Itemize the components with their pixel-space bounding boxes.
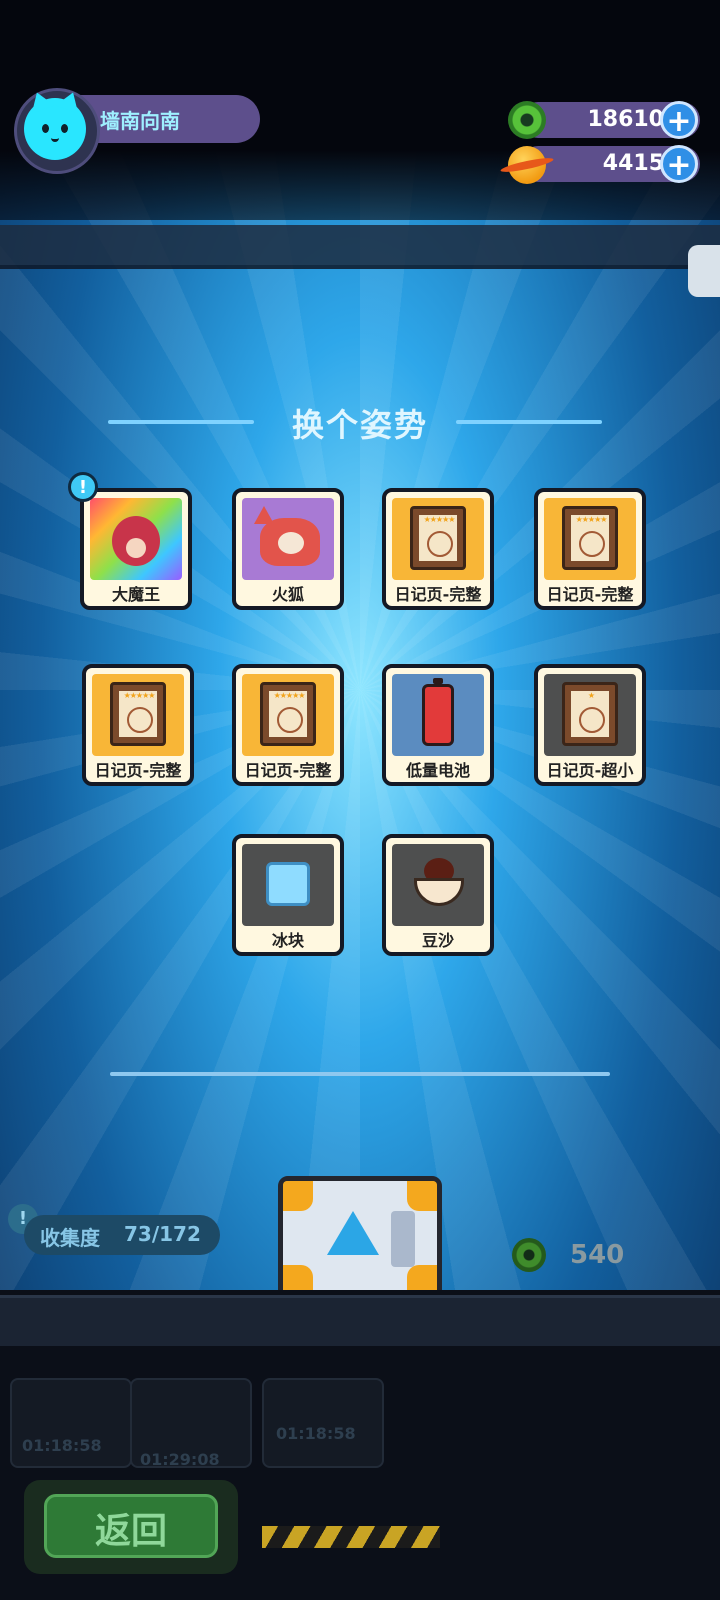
user-name: 墙南向南: [100, 109, 180, 133]
item-card-demon-king[interactable]: 大魔王: [80, 488, 192, 610]
machine-band: [0, 225, 720, 269]
ice-cube-icon: [242, 844, 334, 926]
hazard-stripe: [262, 1526, 440, 1548]
diary-page-small-icon: ★: [544, 674, 636, 756]
diary-page-icon: ★★★★★: [242, 674, 334, 756]
add-planet-coin-button[interactable]: +: [660, 145, 698, 183]
item-card-diary-page[interactable]: ★★★★★ 日记页-完整: [382, 488, 494, 610]
panel-title: 换个姿势: [291, 406, 428, 444]
bottom-band: [0, 1295, 720, 1346]
collection-label: 收集度: [40, 1226, 100, 1250]
cost-donut-icon: [512, 1238, 546, 1272]
item-card-diary-page-small[interactable]: ★ 日记页-超小: [534, 664, 646, 786]
cat-avatar-icon[interactable]: [24, 88, 86, 160]
side-tab-button[interactable]: [688, 245, 720, 297]
item-label: 日记页-完整: [94, 761, 182, 780]
panel-divider: [110, 1072, 610, 1076]
planet-coin-icon: [508, 146, 546, 184]
bean-paste-icon: [392, 844, 484, 926]
item-card-low-battery[interactable]: 低量电池: [382, 664, 494, 786]
item-card-fire-fox[interactable]: 火狐: [232, 488, 344, 610]
slot-timer: 01:29:08: [140, 1450, 220, 1469]
gacha-chest-button[interactable]: [278, 1176, 442, 1300]
diary-page-icon: ★★★★★: [544, 498, 636, 580]
back-button-label[interactable]: 返回: [44, 1502, 218, 1554]
item-label: 冰块: [271, 931, 304, 950]
diary-page-icon: ★★★★★: [92, 674, 184, 756]
item-label: 日记页-完整: [546, 585, 634, 604]
slot-timer: 01:18:58: [276, 1424, 356, 1443]
item-card-diary-page[interactable]: ★★★★★ 日记页-完整: [232, 664, 344, 786]
machine-slot: [262, 1378, 384, 1468]
planet-coin-value: 4415: [602, 151, 664, 176]
donut-coin-icon: [508, 101, 546, 139]
slot-timer: 01:18:58: [22, 1436, 102, 1455]
add-donut-coin-button[interactable]: +: [660, 101, 698, 139]
collection-value: 73/172: [124, 1222, 201, 1246]
diary-page-icon: ★★★★★: [392, 498, 484, 580]
item-label: 日记页-完整: [244, 761, 332, 780]
item-card-bean-paste[interactable]: 豆沙: [382, 834, 494, 956]
item-card-ice-cube[interactable]: 冰块: [232, 834, 344, 956]
item-label: 大魔王: [111, 585, 160, 604]
cost-value: 540: [570, 1240, 625, 1270]
fire-fox-icon: [242, 498, 334, 580]
item-label: 豆沙: [421, 931, 454, 950]
donut-coin-value: 18610: [587, 107, 664, 132]
item-label: 日记页-完整: [394, 585, 482, 604]
item-label: 低量电池: [405, 761, 470, 780]
item-card-diary-page[interactable]: ★★★★★ 日记页-完整: [534, 488, 646, 610]
new-item-badge-icon: !: [68, 472, 98, 502]
low-battery-icon: [392, 674, 484, 756]
demon-king-icon: [90, 498, 182, 580]
item-label: 火狐: [271, 585, 304, 604]
item-label: 日记页-超小: [546, 761, 634, 780]
item-card-diary-page[interactable]: ★★★★★ 日记页-完整: [82, 664, 194, 786]
play-triangle-icon: [327, 1211, 379, 1255]
